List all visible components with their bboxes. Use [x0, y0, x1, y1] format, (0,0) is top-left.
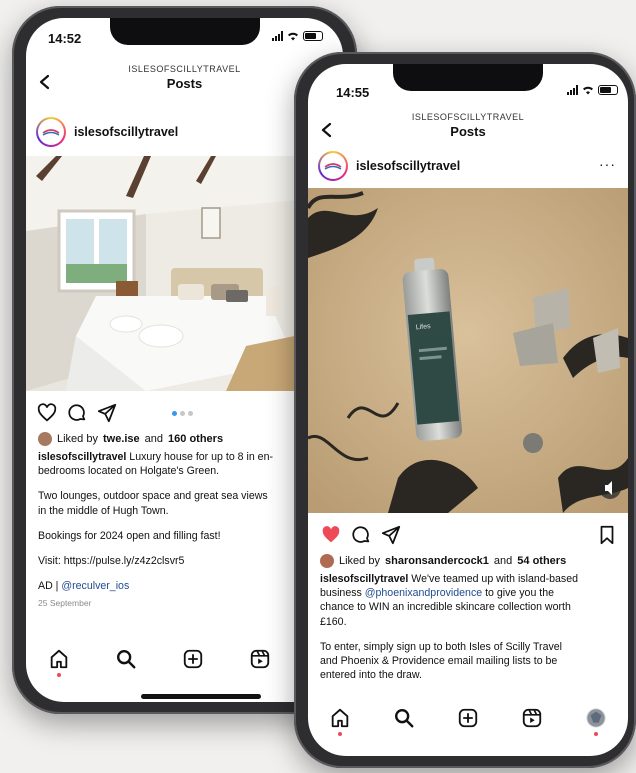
- status-icons: [272, 31, 323, 41]
- ad-prefix: AD |: [38, 580, 59, 593]
- home-icon[interactable]: [48, 648, 70, 677]
- post-author-row: islesofscillytravel ···: [308, 146, 628, 186]
- carousel-dot: [180, 411, 185, 416]
- caption-author[interactable]: islesofscillytravel: [38, 451, 126, 463]
- status-icons: [567, 85, 618, 95]
- right-phone-screen: 14:55 ISLESOFSCILLYTRAVEL Posts islesofs…: [308, 64, 628, 756]
- search-icon[interactable]: [393, 707, 415, 729]
- notification-dot: [594, 732, 598, 736]
- share-icon[interactable]: [380, 524, 402, 546]
- post-caption: islesofscillytravel Luxury house for up …: [38, 450, 337, 610]
- caption-line: To enter, simply sign up to both Isles o…: [320, 640, 562, 653]
- caption-mention[interactable]: @phoenixandprovidence: [365, 587, 482, 599]
- likes-summary[interactable]: Liked by sharonsandercock1 and 54 others: [320, 554, 620, 568]
- bottle-on-sand-photo: Lifes: [308, 188, 628, 513]
- likes-prefix: Liked by: [57, 433, 98, 445]
- page-title: Posts: [450, 124, 486, 139]
- username[interactable]: islesofscillytravel: [356, 159, 460, 173]
- comment-icon[interactable]: [350, 524, 372, 546]
- username[interactable]: islesofscillytravel: [74, 125, 178, 139]
- home-indicator: [141, 694, 261, 699]
- ad-mention[interactable]: @reculver_ios: [61, 580, 129, 592]
- likes-count[interactable]: 160 others: [168, 433, 223, 445]
- caption-line: and Phoenix & Providence email mailing l…: [320, 654, 558, 667]
- caption-line: Bookings for 2024 open and filling fast!: [38, 529, 221, 542]
- reels-icon[interactable]: [521, 707, 543, 729]
- bookmark-icon[interactable]: [596, 524, 618, 546]
- liker-username[interactable]: sharonsandercock1: [385, 555, 489, 567]
- caption-line: business: [320, 587, 362, 600]
- caption-line: entered into the draw.: [320, 669, 422, 682]
- wifi-icon: [288, 32, 298, 41]
- notch: [393, 64, 543, 91]
- liker-avatar: [38, 432, 52, 446]
- reels-icon[interactable]: [249, 648, 271, 670]
- profile-avatar-icon[interactable]: [585, 707, 607, 736]
- post-date: 25 September: [38, 598, 92, 609]
- bottom-nav: [308, 695, 628, 741]
- caption-line: to give you the: [485, 587, 554, 600]
- create-post-icon[interactable]: [457, 707, 479, 729]
- share-icon[interactable]: [96, 402, 118, 424]
- notification-dot: [338, 732, 342, 736]
- back-arrow-icon[interactable]: [320, 122, 334, 138]
- status-time: 14:55: [336, 85, 370, 100]
- right-phone: 14:55 ISLESOFSCILLYTRAVEL Posts islesofs…: [294, 52, 636, 768]
- more-options-icon[interactable]: ···: [599, 156, 616, 172]
- wifi-icon: [583, 86, 593, 95]
- heart-icon[interactable]: [320, 524, 342, 546]
- status-time: 14:52: [48, 31, 82, 46]
- likes-count[interactable]: 54 others: [517, 555, 566, 567]
- post-caption: islesofscillytravel We've teamed up with…: [320, 572, 622, 693]
- post-image-bottle[interactable]: Lifes: [308, 188, 628, 513]
- caption-link[interactable]: Visit: https://pulse.ly/z4z2clsvr5: [38, 555, 184, 567]
- notification-dot: [57, 673, 62, 677]
- caption-line: Luxury house for up to 8 in en-: [129, 451, 273, 463]
- liker-username[interactable]: twe.ise: [103, 433, 140, 445]
- caption-line: £160.: [320, 615, 347, 628]
- search-icon[interactable]: [115, 648, 137, 670]
- carousel-dot: [188, 411, 193, 416]
- likes-summary[interactable]: Liked by twe.ise and 160 others: [38, 432, 335, 446]
- notch: [109, 18, 260, 45]
- carousel-dot-active: [172, 411, 177, 416]
- avatar[interactable]: [36, 117, 66, 147]
- caption-line: chance to WIN an incredible skincare col…: [320, 601, 571, 614]
- post-header: ISLESOFSCILLYTRAVEL Posts: [308, 112, 628, 139]
- liker-avatar: [320, 554, 334, 568]
- home-icon[interactable]: [329, 707, 351, 736]
- likes-prefix: Liked by: [339, 555, 380, 567]
- heart-icon[interactable]: [36, 402, 58, 424]
- carousel-dots: [172, 411, 193, 416]
- battery-icon: [303, 31, 323, 41]
- caption-line: in the middle of Hugh Town.: [38, 504, 169, 517]
- signal-icon: [272, 31, 283, 41]
- account-caps: ISLESOFSCILLYTRAVEL: [128, 64, 241, 74]
- post-actions: [308, 520, 628, 550]
- signal-icon: [567, 85, 578, 95]
- avatar[interactable]: [318, 151, 348, 181]
- comment-icon[interactable]: [66, 402, 88, 424]
- caption-author[interactable]: islesofscillytravel: [320, 573, 408, 585]
- battery-icon: [598, 85, 618, 95]
- create-post-icon[interactable]: [182, 648, 204, 670]
- brand-logo-icon: [324, 163, 342, 170]
- caption-line: bedrooms located on Holgate's Green.: [38, 465, 220, 478]
- account-caps: ISLESOFSCILLYTRAVEL: [411, 112, 525, 122]
- back-arrow-icon[interactable]: [38, 74, 52, 90]
- caption-line: We've teamed up with island-based: [411, 573, 579, 585]
- bottle-label-text: Lifes: [416, 323, 432, 331]
- likes-middle: and: [493, 555, 513, 567]
- brand-logo-icon: [42, 129, 60, 136]
- likes-middle: and: [144, 433, 164, 445]
- caption-line: Two lounges, outdoor space and great sea…: [38, 490, 268, 503]
